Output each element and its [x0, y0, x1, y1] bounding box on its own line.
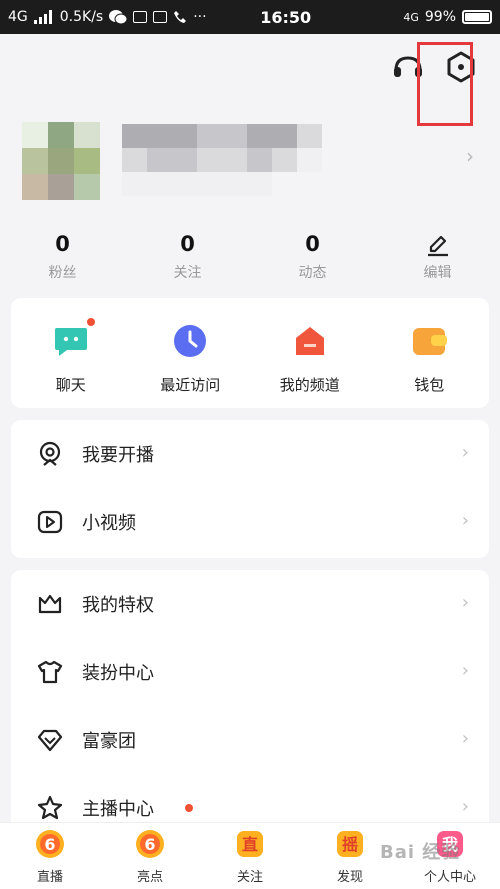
network-speed: 0.5K/s: [59, 9, 104, 25]
star-icon: [37, 795, 63, 820]
settings-highlight-box: [417, 42, 473, 126]
shortcut-label: 最近访问: [160, 376, 221, 394]
battery-icon: [462, 10, 492, 24]
edit-profile-button[interactable]: 编辑: [375, 232, 500, 282]
following-tab-icon: 直: [237, 831, 263, 857]
menu-item-dressup-center[interactable]: 装扮中心 ›: [11, 638, 489, 706]
mail-icon: [133, 11, 148, 23]
shortcut-my-channel[interactable]: 我的频道: [250, 298, 370, 408]
shortcut-wallet[interactable]: 钱包: [370, 298, 490, 408]
profile-chevron-icon[interactable]: ›: [466, 144, 474, 168]
highlights-tab-icon: 6: [136, 830, 164, 858]
chevron-right-icon: ›: [461, 728, 469, 749]
stat-label: 关注: [173, 265, 202, 281]
crown-icon: [38, 594, 62, 614]
edit-pen-icon: [427, 235, 448, 257]
stat-label: 编辑: [423, 265, 452, 281]
menu-item-label: 小视频: [82, 513, 136, 534]
shortcut-chat[interactable]: 聊天: [11, 298, 131, 408]
tab-label: 关注: [236, 870, 263, 885]
menu-item-label: 装扮中心: [82, 663, 154, 684]
signal-icon: [33, 10, 52, 24]
svg-text:6: 6: [144, 835, 155, 854]
menu-item-go-live[interactable]: 我要开播 ›: [11, 420, 489, 488]
menu-item-privileges[interactable]: 我的特权 ›: [11, 570, 489, 638]
chevron-right-icon: ›: [461, 592, 469, 613]
profile-stats: 0 粉丝 0 关注 0 动态 编辑: [0, 232, 500, 282]
chevron-right-icon: ›: [461, 442, 469, 463]
chevron-right-icon: ›: [461, 796, 469, 817]
svg-text:直: 直: [242, 835, 258, 854]
discover-tab-icon: 摇: [337, 831, 363, 857]
menu-item-rich-club[interactable]: 富豪团 ›: [11, 706, 489, 774]
stat-posts[interactable]: 0 动态: [250, 232, 375, 282]
shortcut-label: 钱包: [414, 376, 445, 394]
menu-item-label: 主播中心: [82, 799, 154, 820]
status-time: 16:50: [260, 7, 312, 27]
stat-value: 0: [55, 232, 70, 256]
camera-icon: [39, 441, 61, 466]
chevron-right-icon: ›: [461, 510, 469, 531]
menu-item-label: 富豪团: [82, 731, 136, 752]
stat-value: 0: [180, 232, 195, 256]
tshirt-icon: [37, 660, 63, 684]
live-tab-icon: 6: [36, 830, 64, 858]
stat-label: 粉丝: [48, 265, 77, 281]
avatar[interactable]: [22, 122, 100, 200]
network-indicator: 4G: [8, 9, 28, 25]
tab-live[interactable]: 6 直播: [0, 823, 100, 889]
tab-label: 个人中心: [423, 870, 476, 885]
status-bar: 4G 0.5K/s ··· 16:50 4G 99%: [0, 0, 500, 34]
chat-bubble-icon: [54, 328, 87, 356]
stat-value: 0: [305, 232, 320, 256]
chevron-right-icon: ›: [461, 660, 469, 681]
clock-icon: [174, 325, 207, 357]
tab-highlights[interactable]: 6 亮点: [100, 823, 200, 889]
shortcut-label: 聊天: [55, 376, 86, 394]
svg-text:6: 6: [44, 835, 55, 854]
shortcut-recent-visits[interactable]: 最近访问: [131, 298, 251, 408]
play-video-icon: [37, 510, 63, 534]
menu-item-label: 我要开播: [82, 445, 154, 466]
menu-item-short-video[interactable]: 小视频 ›: [11, 488, 489, 556]
live-menu-card: 我要开播 › 小视频 ›: [11, 420, 489, 558]
svg-text:摇: 摇: [342, 835, 358, 854]
menu-item-label: 我的特权: [82, 595, 154, 616]
stat-following[interactable]: 0 关注: [125, 232, 250, 282]
stat-label: 动态: [298, 265, 327, 281]
tab-following[interactable]: 直 关注: [200, 823, 300, 889]
stat-fans[interactable]: 0 粉丝: [0, 232, 125, 282]
channel-home-icon: [295, 327, 324, 355]
blurred-profile-name[interactable]: [122, 124, 322, 196]
wallet-icon: [413, 328, 448, 355]
wechat-icon: [109, 10, 128, 25]
tab-label: 发现: [336, 870, 363, 885]
baidu-watermark: Bai 经验: [380, 842, 461, 863]
lte-indicator: 4G: [403, 10, 419, 24]
sim-icon: [153, 11, 168, 23]
shortcuts-card: 聊天 最近访问 我的频道 钱包: [11, 298, 489, 408]
notification-dot: [185, 804, 193, 812]
more-menu-card: 我的特权 › 装扮中心 › 富豪团 › 主播中心 ›: [11, 570, 489, 830]
battery-percent: 99%: [424, 9, 456, 25]
shortcut-label: 我的频道: [279, 376, 340, 394]
tab-label: 亮点: [136, 870, 163, 885]
diamond-icon: [37, 729, 63, 752]
tab-label: 直播: [36, 870, 63, 885]
notification-dot: [86, 318, 95, 326]
